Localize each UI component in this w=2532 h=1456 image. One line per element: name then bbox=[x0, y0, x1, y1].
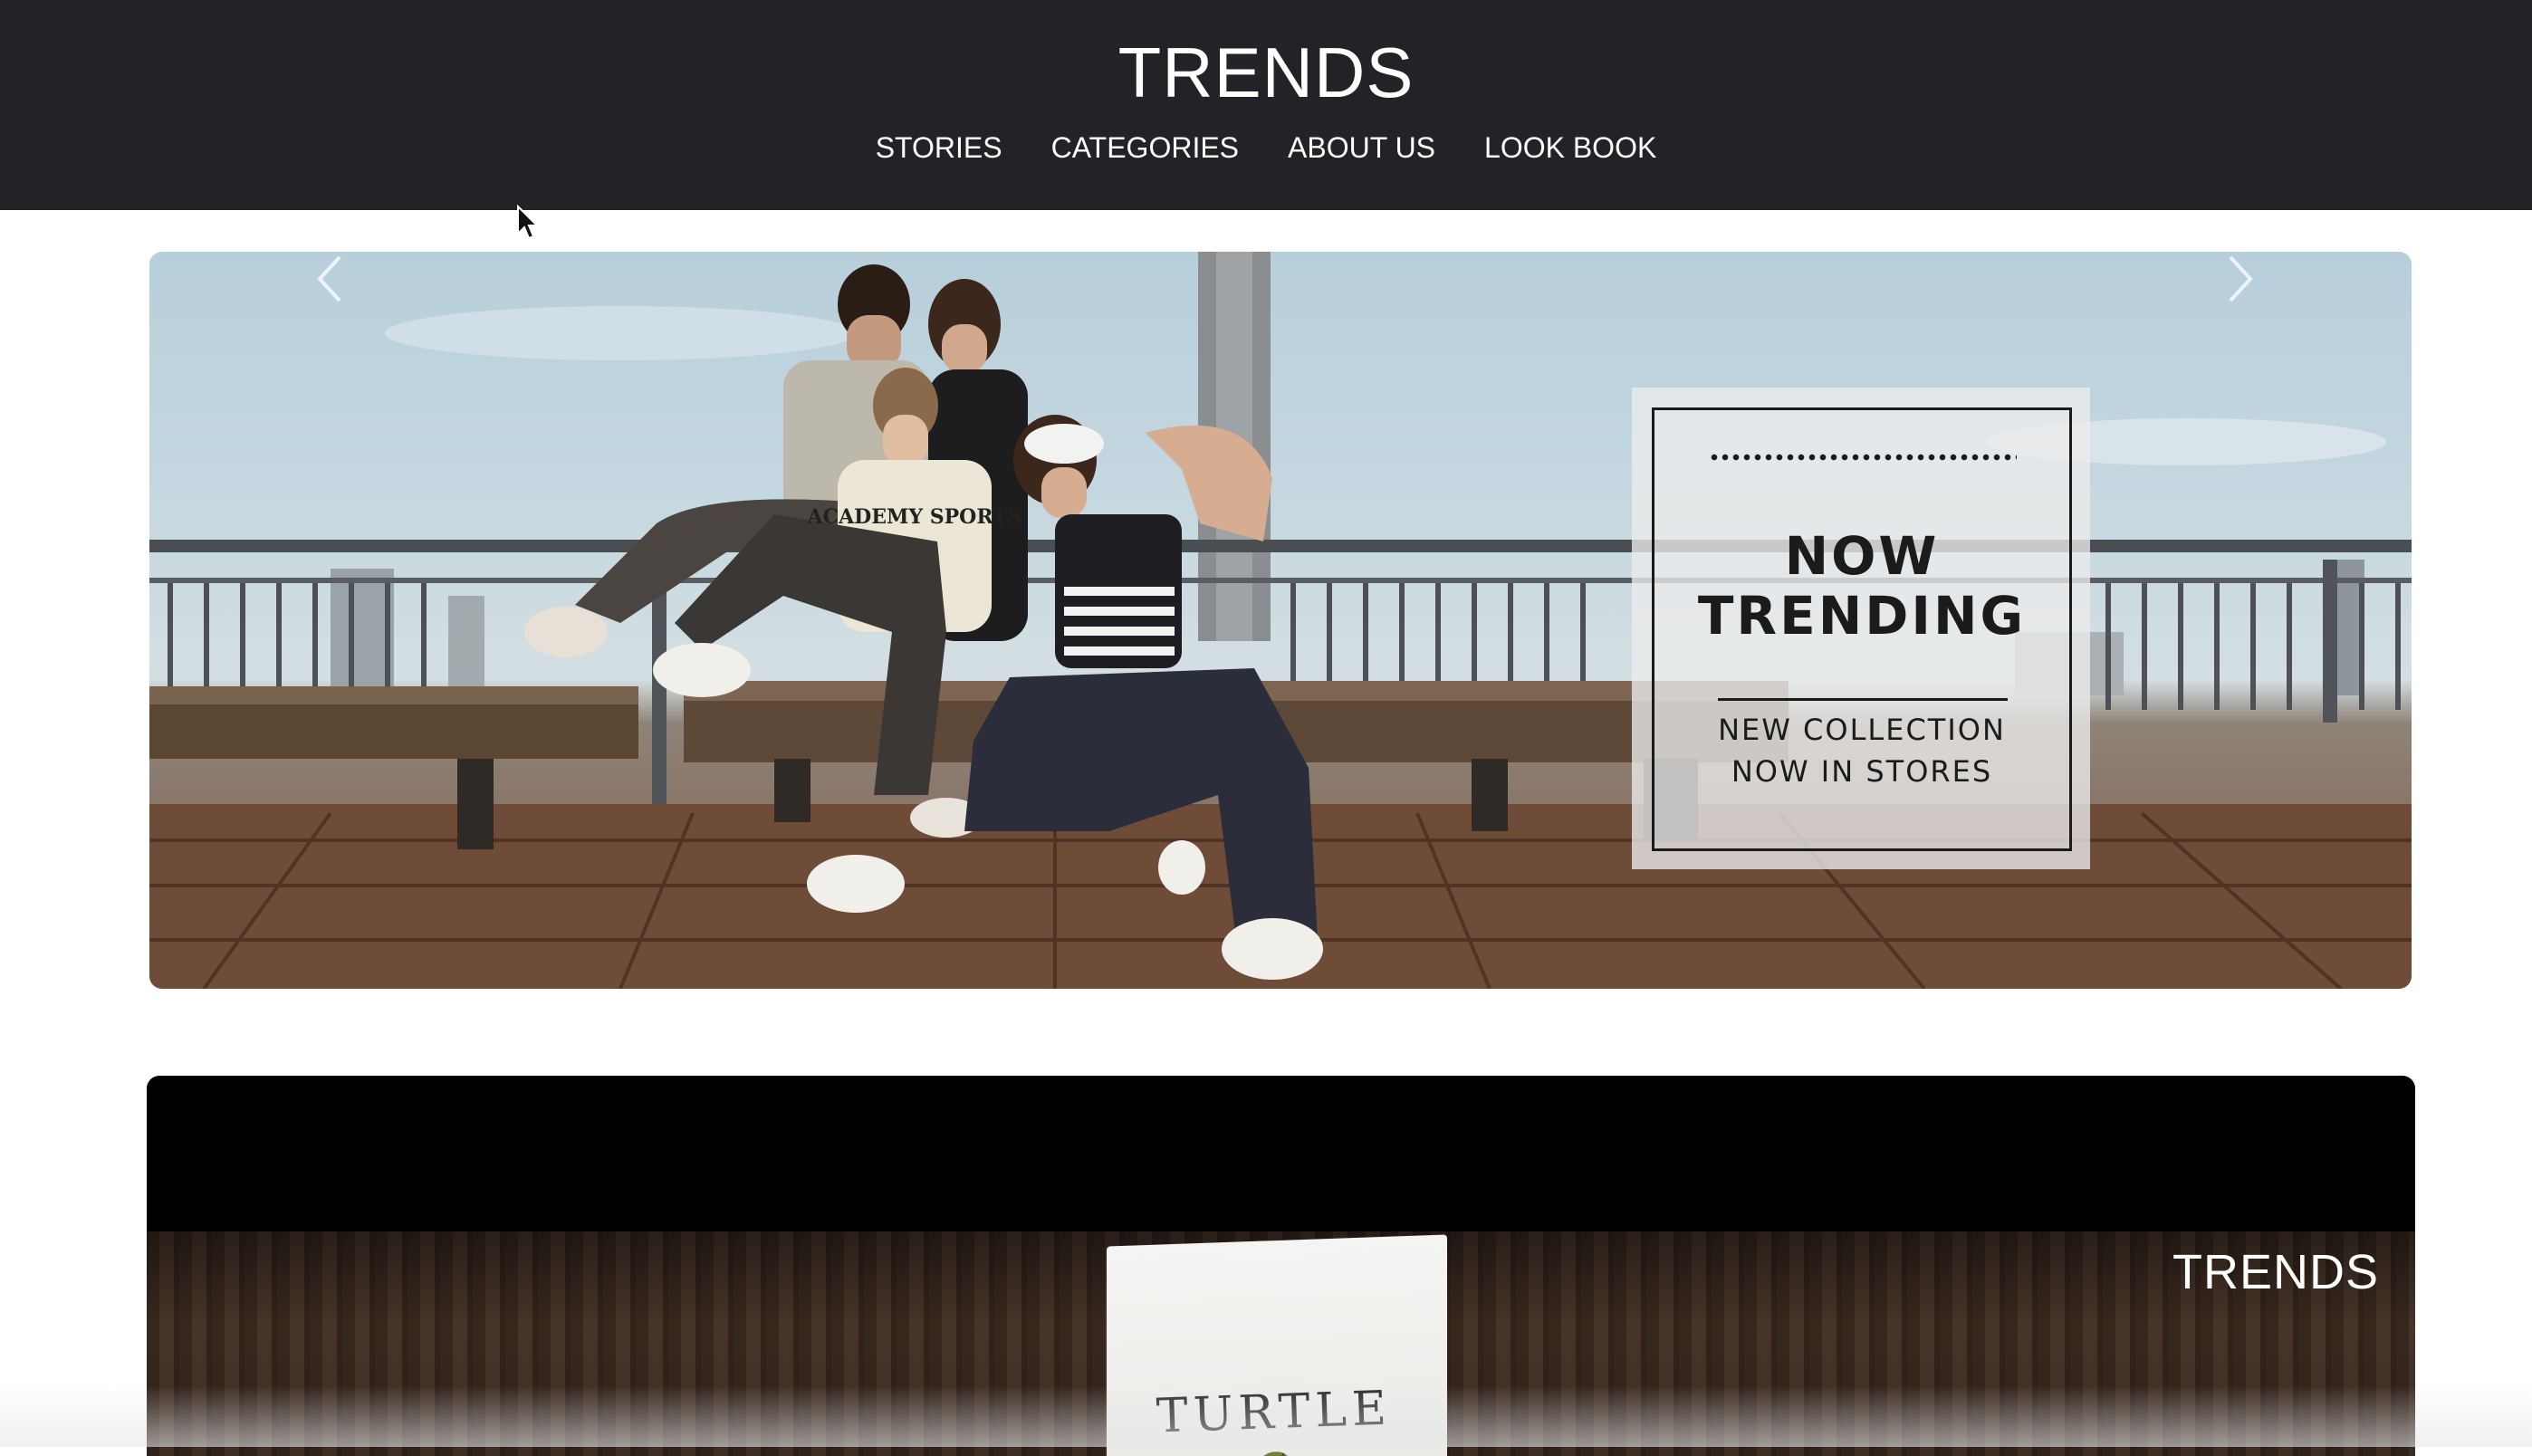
promo-title: NOW TRENDING bbox=[1654, 526, 2069, 646]
promo-subtitle-line1: NEW COLLECTION bbox=[1718, 713, 2006, 747]
promo-divider bbox=[1718, 698, 2008, 701]
promo-title-line2: TRENDING bbox=[1697, 585, 2027, 647]
site-header: TRENDS STORIES CATEGORIES ABOUT US LOOK … bbox=[0, 0, 2532, 210]
nav-about-us[interactable]: ABOUT US bbox=[1288, 125, 1435, 170]
nav-categories[interactable]: CATEGORIES bbox=[1051, 125, 1239, 170]
nav-stories[interactable]: STORIES bbox=[876, 125, 1002, 170]
promo-subtitle-line2: NOW IN STORES bbox=[1731, 754, 1993, 789]
nav-look-book[interactable]: LOOK BOOK bbox=[1484, 125, 1656, 170]
chevron-right-icon[interactable] bbox=[2221, 252, 2258, 306]
promo-frame: NOW TRENDING NEW COLLECTION NOW IN STORE… bbox=[1652, 407, 2072, 851]
promo-title-line1: NOW bbox=[1784, 525, 1940, 587]
hero-carousel[interactable]: ACADEMY SPORTS NOW TRENDING NEW COLLECTI… bbox=[149, 252, 2412, 989]
site-logo[interactable]: TRENDS bbox=[0, 29, 2532, 116]
turtle-icon: 🐢 bbox=[1245, 1442, 1307, 1456]
store-sign-text: TURTLE 🐢 bbox=[1119, 1380, 1431, 1456]
store-banner[interactable]: TURTLE 🐢 TRENDS bbox=[147, 1076, 2415, 1456]
promo-subtitle: NEW COLLECTION NOW IN STORES bbox=[1654, 709, 2069, 792]
banner-brand-logo: TRENDS bbox=[2172, 1245, 2379, 1299]
promo-card: NOW TRENDING NEW COLLECTION NOW IN STORE… bbox=[1632, 388, 2090, 869]
dotted-divider bbox=[1709, 452, 2017, 474]
shirt-print-text: ACADEMY SPORTS bbox=[807, 505, 1022, 529]
chevron-left-icon[interactable] bbox=[312, 252, 349, 306]
main-nav: STORIES CATEGORIES ABOUT US LOOK BOOK bbox=[0, 125, 2532, 170]
sign-label: TURTLE bbox=[1156, 1381, 1393, 1444]
mouse-cursor-icon bbox=[517, 205, 540, 240]
